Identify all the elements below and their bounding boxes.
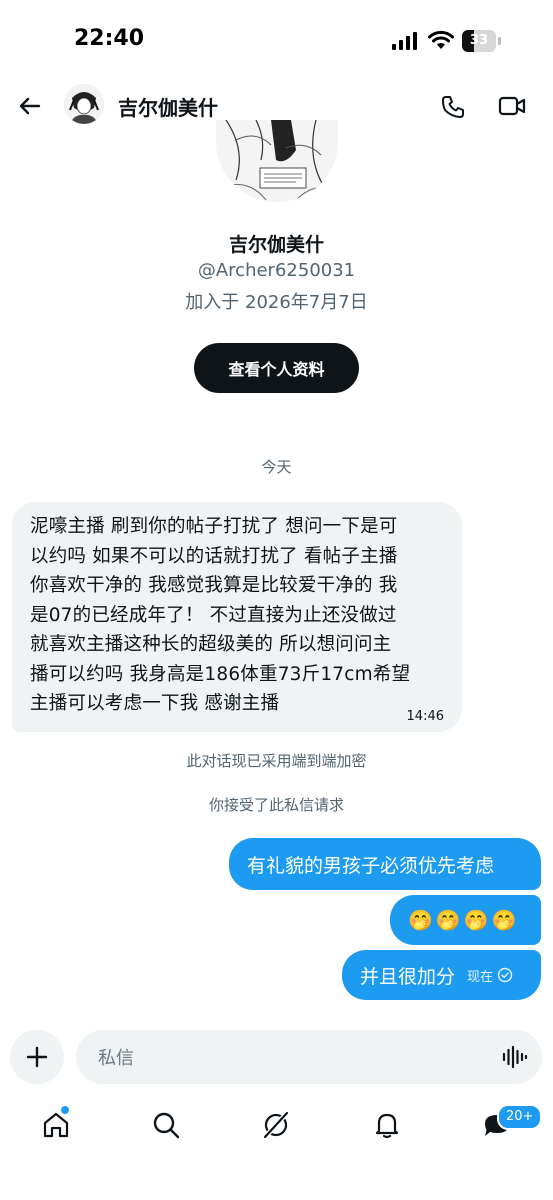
outgoing-message-bubble[interactable]: 有礼貌的男孩子必须优先考虑 [229,838,541,890]
message-line: 泥嚎主播 刷到你的帖子打扰了 想问一下是可 [30,516,398,537]
outgoing-message-bubble[interactable]: 并且很加分 现在 [342,950,541,1000]
message-input[interactable] [96,1030,480,1086]
cellular-signal-icon [392,32,417,50]
header-username[interactable]: 吉尔伽美什 [118,92,218,121]
message-line: 是07的已经成年了！ 不过直接为止还没做过 [30,604,397,626]
outgoing-message-time: 现在 [467,969,494,985]
battery-level: 33 [469,33,489,48]
status-time: 22:40 [74,26,145,51]
outgoing-message-text: 并且很加分 [360,965,456,988]
grok-icon[interactable] [261,1110,291,1140]
sent-check-icon [497,967,513,983]
battery-icon: 33 [462,30,502,52]
video-call-icon[interactable] [498,94,526,118]
profile-joined-date: 加入于 2026年7月7日 [185,292,368,313]
profile-avatar[interactable] [216,120,338,202]
back-arrow-icon[interactable] [18,94,42,118]
profile-handle: @Archer6250031 [197,260,356,281]
message-line: 主播可以考虑一下我 感谢主播 [30,693,280,714]
request-accepted-notice: 你接受了此私信请求 [208,796,344,814]
message-composer[interactable] [76,1030,542,1086]
notifications-bell-icon[interactable] [372,1110,402,1140]
incoming-message-text: 泥嚎主播 刷到你的帖子打扰了 想问一下是可 以约吗 如果不可以的话就打扰了 看帖… [30,512,444,719]
profile-display-name: 吉尔伽美什 [228,234,324,256]
incoming-message-time: 14:46 [406,709,444,724]
wifi-icon [428,30,454,49]
phone-call-icon[interactable] [440,94,466,120]
messages-unread-badge: 20+ [497,1104,543,1130]
message-line: 播可以约吗 我身高是186体重73斤17cm希望 [30,663,411,685]
outgoing-message-bubble[interactable]: 🤭🤭🤭🤭 [390,895,541,945]
avatar-image [64,84,104,124]
message-line: 就喜欢主播这种长的超级美的 所以想问问主 [30,634,392,655]
plus-icon [26,1046,48,1068]
message-line: 你喜欢干净的 我感觉我算是比较爱干净的 我 [30,575,398,596]
voice-message-icon[interactable] [502,1045,528,1069]
incoming-message-bubble[interactable]: 泥嚎主播 刷到你的帖子打扰了 想问一下是可 以约吗 如果不可以的话就打扰了 看帖… [12,502,462,732]
outgoing-emoji-text: 🤭🤭🤭🤭 [408,908,520,932]
outgoing-message-text: 有礼貌的男孩子必须优先考虑 [247,854,495,877]
encryption-notice: 此对话现已采用端到端加密 [186,752,367,770]
message-line: 以约吗 如果不可以的话就打扰了 看帖子主播 [30,545,398,567]
add-attachment-button[interactable] [10,1030,64,1084]
search-icon[interactable] [151,1110,181,1140]
profile-avatar-image [216,120,338,202]
view-profile-button[interactable]: 查看个人资料 [194,343,359,393]
date-separator: 今天 [261,458,292,476]
home-icon[interactable] [41,1110,71,1140]
home-notification-dot [61,1106,69,1114]
header-avatar[interactable] [64,84,104,124]
